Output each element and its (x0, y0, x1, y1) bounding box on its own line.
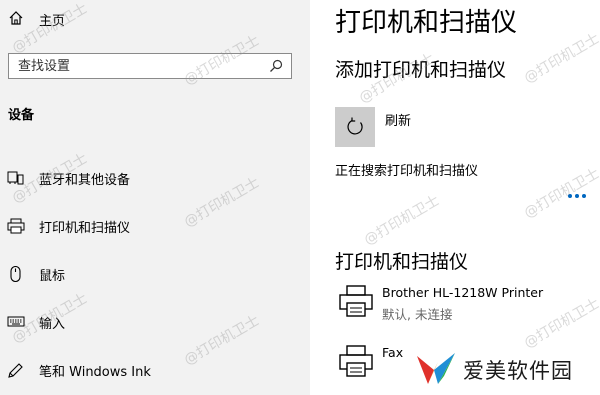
pen-icon (7, 362, 25, 378)
keyboard-icon (7, 314, 25, 330)
refresh-icon (344, 116, 366, 138)
sidebar-item-printers[interactable]: 打印机和扫描仪 (0, 206, 310, 246)
brand-text: 爱美软件园 (463, 359, 573, 383)
device-list-item[interactable]: Brother HL-1218W Printer 默认, 未连接 (335, 283, 600, 327)
sidebar-item-label: 鼠标 (39, 269, 66, 284)
sidebar-item-bluetooth[interactable]: 蓝牙和其他设备 (0, 158, 310, 198)
brand-logo-icon (416, 352, 456, 390)
printer-icon (338, 285, 374, 319)
refresh-button[interactable] (335, 107, 375, 147)
printer-icon (338, 345, 374, 379)
device-name: Fax (382, 345, 404, 360)
settings-sidebar: 主页 设备 蓝牙和其他设备 打印机和扫描仪 鼠标 输入 (0, 0, 310, 395)
sidebar-item-mouse[interactable]: 鼠标 (0, 254, 310, 294)
devices-section-title: 设备 (8, 108, 35, 123)
search-input[interactable] (18, 57, 258, 75)
searching-status: 正在搜索打印机和扫描仪 (335, 164, 479, 179)
progress-dots-icon (567, 184, 587, 203)
printers-list-heading: 打印机和扫描仪 (335, 251, 469, 273)
device-status: 默认, 未连接 (382, 307, 453, 322)
sidebar-item-label: 笔和 Windows Ink (39, 365, 151, 380)
sidebar-item-pen[interactable]: 笔和 Windows Ink (0, 350, 310, 390)
site-brand-logo: 爱美软件园 (416, 350, 586, 390)
page-title: 打印机和扫描仪 (335, 8, 518, 38)
home-label: 主页 (39, 14, 66, 29)
printers-page: 打印机和扫描仪 添加打印机和扫描仪 刷新 正在搜索打印机和扫描仪 打印机和扫描仪… (310, 0, 600, 395)
settings-search-box[interactable] (8, 53, 292, 79)
add-printers-heading: 添加打印机和扫描仪 (335, 59, 507, 81)
sidebar-item-label: 蓝牙和其他设备 (39, 173, 131, 188)
sidebar-item-typing[interactable]: 输入 (0, 302, 310, 342)
sidebar-item-label: 打印机和扫描仪 (39, 221, 131, 236)
search-icon[interactable] (269, 59, 283, 73)
printer-icon (7, 218, 25, 234)
mouse-icon (7, 266, 25, 282)
home-nav-item[interactable]: 主页 (0, 0, 310, 38)
sidebar-item-label: 输入 (39, 317, 66, 332)
bluetooth-devices-icon (7, 170, 25, 186)
refresh-label: 刷新 (385, 114, 412, 129)
home-icon (8, 10, 24, 26)
device-name: Brother HL-1218W Printer (382, 285, 544, 300)
